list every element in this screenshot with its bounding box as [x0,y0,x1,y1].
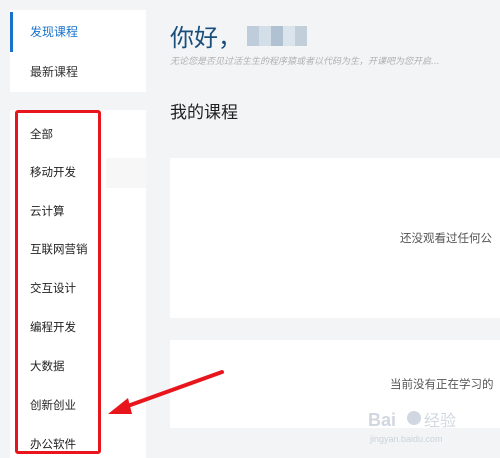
sidebar-top: 发现课程 最新课程 [10,10,146,92]
annotation-highlight-box [15,110,101,454]
baidu-jingyan-watermark: Bai 经验 jingyan.baidu.com [368,410,456,444]
watched-courses-card: 还没观看过任何公 [170,158,500,318]
sidebar-item-latest[interactable]: 最新课程 [10,52,146,92]
empty-watched-text: 还没观看过任何公 [400,231,492,245]
svg-text:经验: 经验 [424,411,456,430]
annotation-arrow [108,370,224,414]
section-title: 我的课程 [170,103,238,123]
subtitle: 无论您是否见过活生生的程序猿或者以代码为生，开课吧为您开启... [170,57,440,67]
svg-text:jingyan.baidu.com: jingyan.baidu.com [369,434,443,444]
blurred-username [247,26,307,46]
sidebar-item-discover[interactable]: 发现课程 [10,12,146,52]
empty-learning-text: 当前没有正在学习的 [390,377,494,391]
svg-text:Bai: Bai [368,410,396,430]
hover-strip [106,158,146,188]
greeting: 你好， [170,24,242,52]
